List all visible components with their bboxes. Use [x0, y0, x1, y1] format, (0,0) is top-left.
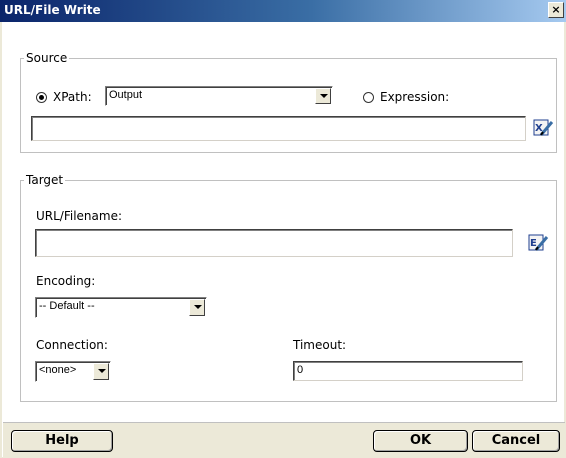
chevron-down-icon[interactable] — [189, 299, 205, 316]
ok-button[interactable]: OK — [373, 430, 468, 452]
chevron-down-icon[interactable] — [93, 363, 109, 380]
xpath-label: XPath: — [53, 90, 92, 104]
edit-expression-icon: X — [533, 119, 554, 136]
window-title: URL/File Write — [4, 3, 101, 17]
source-legend: Source — [24, 51, 70, 65]
edit-url-icon: E — [528, 234, 549, 251]
help-button[interactable]: Help — [11, 430, 113, 452]
xpath-value: Output — [109, 89, 143, 101]
chevron-down-icon[interactable] — [315, 88, 331, 104]
xpath-radio[interactable] — [36, 92, 47, 103]
close-button[interactable]: × — [548, 2, 564, 18]
url-input[interactable] — [35, 229, 513, 257]
close-icon: × — [551, 3, 561, 16]
url-editor-button[interactable]: E — [527, 232, 549, 254]
dialog-body: Source XPath: Output Expression: X Targe… — [2, 22, 565, 458]
button-bar: Help OK Cancel — [3, 422, 565, 458]
expression-radio[interactable] — [363, 92, 374, 103]
cancel-button[interactable]: Cancel — [472, 430, 560, 452]
connection-select[interactable]: <none> — [35, 361, 111, 382]
connection-label: Connection: — [36, 338, 108, 352]
url-label: URL/Filename: — [36, 209, 123, 223]
encoding-value: -- Default -- — [39, 300, 95, 312]
timeout-input[interactable]: 0 — [293, 361, 523, 381]
timeout-label: Timeout: — [293, 338, 347, 352]
xpath-select[interactable]: Output — [105, 86, 333, 106]
target-legend: Target — [24, 173, 66, 187]
title-bar: URL/File Write × — [0, 0, 566, 22]
encoding-select[interactable]: -- Default -- — [35, 297, 207, 318]
encoding-label: Encoding: — [36, 274, 96, 288]
connection-value: <none> — [39, 364, 77, 376]
expression-editor-button[interactable]: X — [532, 117, 554, 139]
expression-label: Expression: — [380, 90, 450, 104]
target-group: Target URL/Filename: E Encoding: -- Defa… — [20, 173, 557, 402]
expression-input[interactable] — [31, 116, 526, 141]
source-group: Source XPath: Output Expression: X — [20, 51, 557, 153]
svg-text:E: E — [530, 238, 537, 249]
